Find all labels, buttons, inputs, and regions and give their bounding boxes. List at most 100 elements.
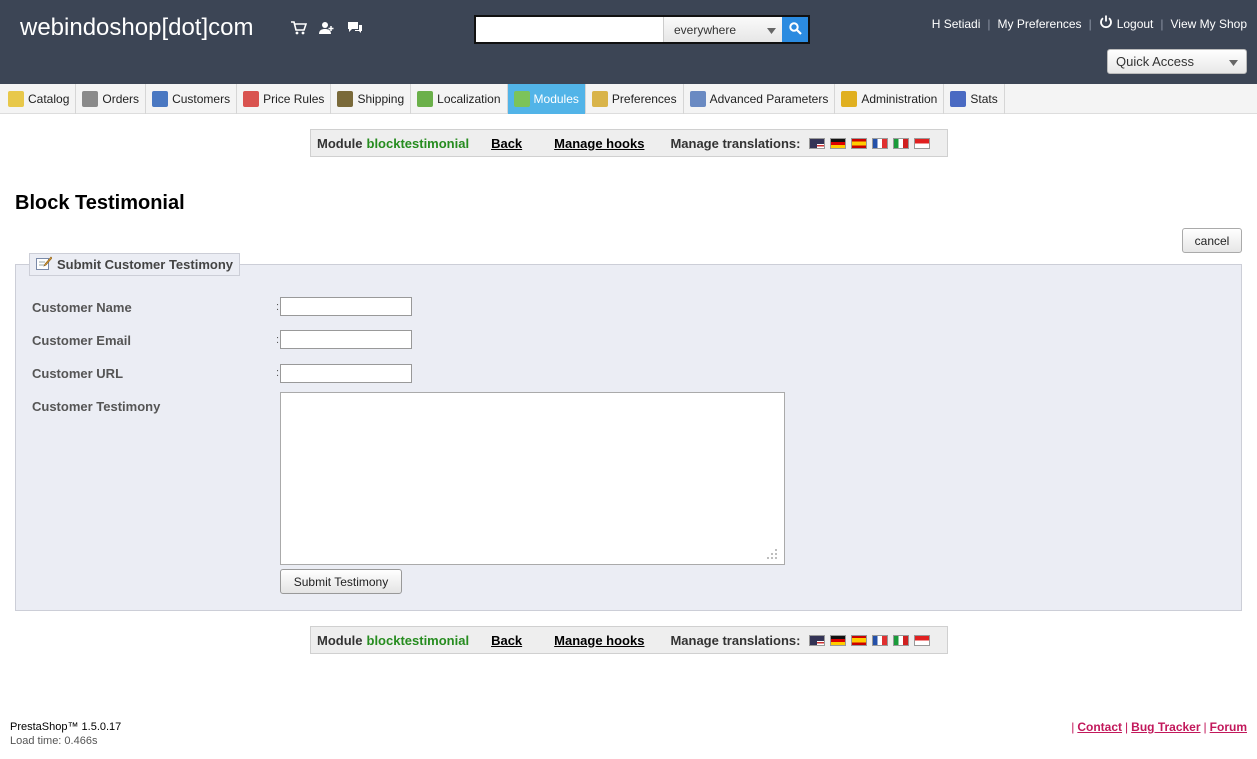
flag-fr-icon[interactable] bbox=[872, 137, 889, 149]
customer-icon bbox=[152, 91, 169, 107]
bug-tracker-link[interactable]: Bug Tracker bbox=[1131, 720, 1200, 734]
flag-it-icon[interactable] bbox=[893, 634, 910, 646]
search-icon bbox=[788, 21, 802, 38]
flag-id-icon[interactable] bbox=[914, 137, 931, 149]
puzzle-icon bbox=[513, 91, 530, 107]
manage-hooks-link[interactable]: Manage hooks bbox=[554, 136, 644, 151]
menu-item-label: Catalog bbox=[28, 92, 70, 106]
customer-email-label: Customer Email bbox=[32, 333, 131, 348]
cart-icon[interactable] bbox=[290, 19, 308, 37]
search-button[interactable] bbox=[782, 17, 808, 42]
legend-label: Submit Customer Testimony bbox=[57, 257, 234, 272]
key-icon bbox=[841, 91, 858, 107]
search-box: everywhere bbox=[474, 15, 810, 44]
flag-us-icon[interactable] bbox=[809, 634, 826, 646]
back-link[interactable]: Back bbox=[491, 633, 522, 648]
module-name: blocktestimonial bbox=[366, 135, 470, 151]
menu-item-label: Localization bbox=[437, 92, 501, 106]
resize-grip-icon[interactable] bbox=[766, 548, 778, 560]
back-link[interactable]: Back bbox=[491, 136, 522, 151]
customer-url-input[interactable] bbox=[280, 364, 412, 383]
submit-testimony-button[interactable]: Submit Testimony bbox=[280, 569, 402, 594]
chevron-down-icon bbox=[767, 23, 776, 37]
power-icon bbox=[1099, 15, 1113, 32]
fieldset-legend: Submit Customer Testimony bbox=[29, 253, 241, 276]
notification-icons bbox=[290, 19, 364, 37]
module-name: blocktestimonial bbox=[366, 632, 470, 648]
logout-link[interactable]: Logout bbox=[1099, 15, 1154, 32]
truck-icon bbox=[337, 91, 354, 107]
customer-icon[interactable] bbox=[318, 19, 336, 37]
menu-item-preferences[interactable]: Preferences bbox=[586, 84, 684, 114]
flag-fr-icon[interactable] bbox=[872, 634, 889, 646]
forum-link[interactable]: Forum bbox=[1210, 720, 1247, 734]
main-menu: Catalog Orders Customers Price Rules Shippin… bbox=[0, 84, 1257, 114]
user-name: H Setiadi bbox=[931, 16, 981, 31]
user-links: H Setiadi | My Preferences | Logout | Vi… bbox=[931, 15, 1247, 32]
menu-item-label: Advanced Parameters bbox=[709, 92, 829, 106]
customer-url-label: Customer URL bbox=[32, 366, 124, 381]
flag-id-icon[interactable] bbox=[914, 634, 931, 646]
menu-item-stats[interactable]: Stats bbox=[944, 84, 1005, 114]
flag-de-icon[interactable] bbox=[830, 634, 847, 646]
cancel-button[interactable]: cancel bbox=[1182, 228, 1242, 253]
menu-item-label: Modules bbox=[533, 92, 579, 106]
menu-item-advanced-parameters[interactable]: Advanced Parameters bbox=[684, 84, 836, 114]
cart-icon bbox=[82, 91, 99, 107]
customer-name-label: Customer Name bbox=[32, 300, 132, 315]
load-time-text: Load time: 0.466s bbox=[10, 735, 98, 747]
menu-item-orders[interactable]: Orders bbox=[76, 84, 147, 114]
view-shop-link[interactable]: View My Shop bbox=[1171, 17, 1247, 31]
module-toolbar-bottom: Module blocktestimonial Back Manage hook… bbox=[310, 626, 948, 654]
menu-item-label: Orders bbox=[102, 92, 140, 106]
flag-it-icon[interactable] bbox=[893, 137, 910, 149]
contact-link[interactable]: Contact bbox=[1077, 720, 1122, 734]
menu-item-label: Customers bbox=[172, 92, 231, 106]
menu-item-modules[interactable]: Modules bbox=[507, 84, 586, 114]
logout-label: Logout bbox=[1116, 16, 1154, 31]
menu-item-catalog[interactable]: Catalog bbox=[2, 84, 77, 114]
message-icon[interactable] bbox=[346, 19, 364, 37]
edit-icon bbox=[36, 256, 53, 273]
shop-name[interactable]: webindoshop[dot]com bbox=[20, 14, 253, 42]
flag-es-icon[interactable] bbox=[851, 634, 868, 646]
menu-item-administration[interactable]: Administration bbox=[835, 84, 945, 114]
manage-hooks-link[interactable]: Manage hooks bbox=[554, 633, 644, 648]
customer-testimony-label: Customer Testimony bbox=[32, 399, 161, 414]
folder-icon bbox=[8, 91, 24, 107]
price-tag-icon bbox=[243, 91, 260, 107]
menu-item-label: Administration bbox=[861, 92, 938, 106]
module-toolbar-top: Module blocktestimonial Back Manage hook… bbox=[310, 129, 948, 157]
module-label: Module bbox=[317, 632, 363, 648]
menu-item-price-rules[interactable]: Price Rules bbox=[237, 84, 332, 114]
header-bar: webindoshop[dot]com everywhere H Setiadi… bbox=[0, 0, 1257, 84]
chevron-down-icon bbox=[1229, 54, 1238, 69]
customer-name-input[interactable] bbox=[280, 297, 412, 316]
menu-item-label: Price Rules bbox=[263, 92, 325, 106]
search-scope-value: everywhere bbox=[674, 22, 737, 37]
page-title: Block Testimonial bbox=[15, 192, 185, 214]
manage-translations-label: Manage translations: bbox=[670, 632, 801, 648]
globe-icon bbox=[417, 91, 434, 107]
footer-info: PrestaShop™ 1.5.0.17 Load time: 0.466s bbox=[10, 720, 121, 748]
menu-item-customers[interactable]: Customers bbox=[146, 84, 238, 114]
bar-chart-icon bbox=[950, 91, 967, 107]
quick-access-label: Quick Access bbox=[1116, 54, 1195, 69]
flag-de-icon[interactable] bbox=[830, 137, 847, 149]
quick-access-select[interactable]: Quick Access bbox=[1107, 49, 1247, 74]
menu-item-label: Shipping bbox=[357, 92, 405, 106]
version-text: PrestaShop™ 1.5.0.17 bbox=[10, 721, 122, 733]
flag-us-icon[interactable] bbox=[809, 137, 826, 149]
menu-item-localization[interactable]: Localization bbox=[411, 84, 508, 114]
customer-testimony-textarea[interactable] bbox=[280, 392, 785, 565]
search-scope-select[interactable]: everywhere bbox=[664, 17, 782, 42]
search-input[interactable] bbox=[476, 17, 664, 42]
wrench-icon bbox=[689, 91, 706, 107]
menu-item-shipping[interactable]: Shipping bbox=[331, 84, 412, 114]
flag-es-icon[interactable] bbox=[851, 137, 868, 149]
translation-flags bbox=[809, 634, 931, 646]
my-preferences-link[interactable]: My Preferences bbox=[998, 17, 1082, 31]
preferences-icon bbox=[591, 91, 608, 107]
customer-email-input[interactable] bbox=[280, 330, 412, 349]
translation-flags bbox=[809, 137, 931, 149]
